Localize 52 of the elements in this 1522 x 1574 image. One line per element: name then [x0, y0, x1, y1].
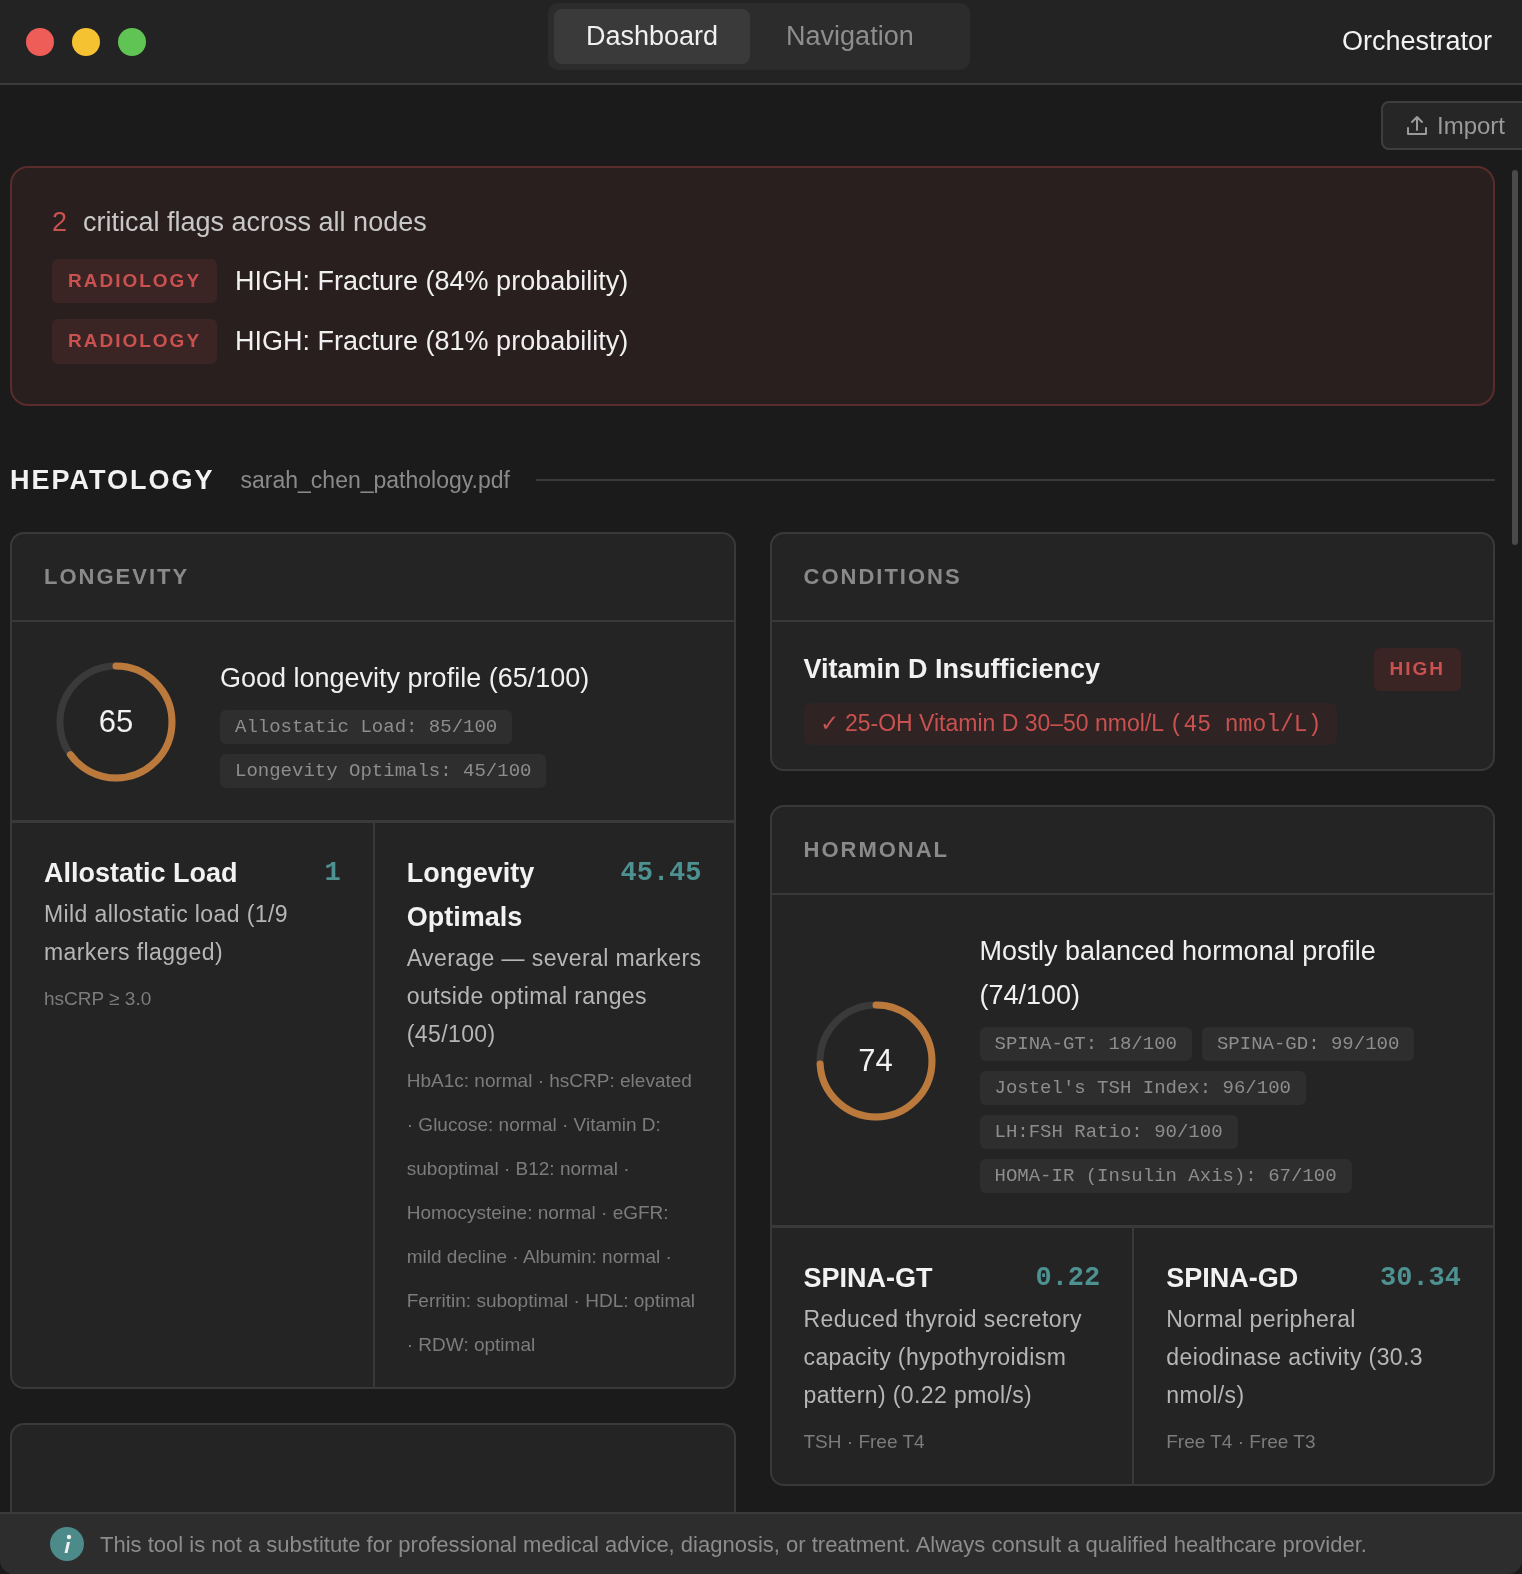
flag-text: HIGH: Fracture (84% probability) [235, 264, 629, 298]
metric-value: 1 [324, 857, 341, 890]
maximize-button[interactable] [118, 27, 146, 56]
metric-name: SPINA-GT [803, 1261, 933, 1295]
import-button[interactable]: Import [1381, 101, 1522, 150]
close-button[interactable] [26, 27, 54, 56]
score-chip: Allostatic Load: 85/100 [220, 710, 513, 744]
metric-name: Allostatic Load [44, 857, 238, 890]
score-chip: LH:FSH Ratio: 90/100 [979, 1114, 1238, 1149]
metric-details: TSH · Free T4 [803, 1429, 926, 1454]
section-title: HEPATOLOGY [10, 463, 215, 497]
metric-description: Reduced thyroid secretory capacity (hypothyroidism pattern) (0.22 pmol/s) [803, 1304, 1083, 1410]
metric-value: 0.22 [1035, 1261, 1101, 1295]
card-title: CONDITIONS [803, 564, 963, 590]
window-title: Orchestrator [1341, 25, 1492, 59]
score-value: 74 [858, 1041, 893, 1080]
metric-details: Free T4 · Free T3 [1166, 1429, 1317, 1454]
upload-icon [1405, 113, 1429, 138]
metric-description: Mild allostatic load (1/9 markers flagged) [44, 900, 289, 967]
score-chip: SPINA-GD: 99/100 [1201, 1026, 1415, 1061]
source-tag: RADIOLOGY [52, 258, 218, 303]
evidence-chip: ✓ 25-OH Vitamin D 30–50 nmol/L (45 nmol/L) [803, 702, 1338, 745]
flag-text: HIGH: Fracture (81% probability) [235, 325, 629, 358]
score-chip: HOMA-IR (Insulin Axis): 67/100 [979, 1158, 1352, 1193]
info-icon [50, 1527, 84, 1561]
severity-badge: HIGH [1373, 648, 1461, 691]
card-title: HORMONAL [803, 836, 951, 863]
metric-details: HbA1c: normal · hsCRP: elevated · Glucose: normal · Vitamin D: suboptimal · B12: normal · Homocysteine: normal · eGFR: mild decline · Albumin: normal · Ferritin: suboptimal · HDL: optimal · RDW: optimal [406, 1069, 696, 1357]
score-chip: Longevity Optimals: 45/100 [220, 754, 547, 788]
condition-name: Vitamin D Insufficiency [803, 653, 1101, 686]
score-summary: Good longevity profile (65/100) [220, 662, 591, 695]
metric-name: SPINA-GD [1166, 1261, 1299, 1295]
minimize-button[interactable] [72, 27, 100, 56]
card-title: LONGEVITY [44, 564, 191, 590]
score-chip: SPINA-GT: 18/100 [979, 1026, 1192, 1061]
tab[interactable]: Navigation [754, 9, 946, 64]
scrollbar-thumb[interactable] [1512, 170, 1518, 545]
source-tag: RADIOLOGY [52, 319, 218, 364]
flag-count: 2 [52, 206, 68, 239]
score-chip: Jostel's TSH Index: 96/100 [979, 1070, 1306, 1105]
metric-description: Average — several markers outside optimal ranges (45/100) [406, 944, 702, 1049]
metric-name: Longevity Optimals [406, 857, 536, 934]
file-name: sarah_chen_pathology.pdf [240, 465, 510, 495]
metric-details: hsCRP ≥ 3.0 [44, 987, 153, 1011]
metric-value: 30.34 [1380, 1261, 1461, 1295]
alert-summary: critical flags across all nodes [83, 206, 427, 239]
tab[interactable]: Dashboard [554, 9, 751, 64]
disclaimer-text: This tool is not a substitute for professional medical advice, diagnosis, or treatment. Always consult a qualified healthcare provider. [100, 1530, 1367, 1559]
score-value: 65 [98, 702, 134, 741]
score-summary: Mostly balanced hormonal profile (74/100) [979, 934, 1377, 1012]
metric-value: 45.45 [620, 857, 702, 890]
metric-description: Normal peripheral deiodinase activity (30.3 nmol/s) [1166, 1304, 1424, 1410]
